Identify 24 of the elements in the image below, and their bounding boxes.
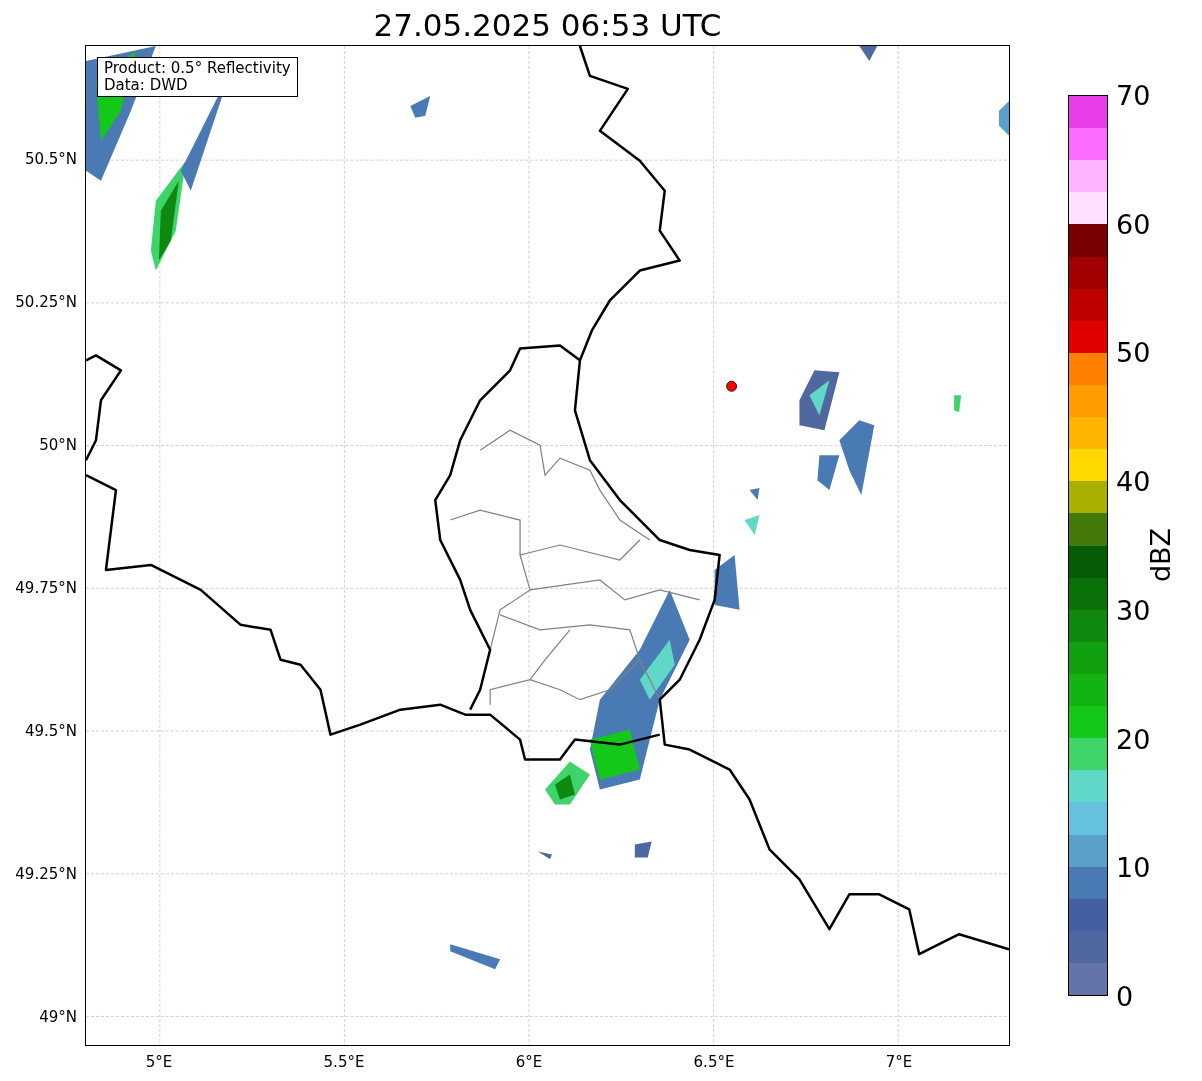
scale-tick-label: 50 [1116, 338, 1151, 366]
scale-tick-label: 10 [1116, 853, 1151, 881]
legend-text: Product: 0.5° Reflectivity [104, 60, 291, 77]
longitude-label: 6°E [515, 1052, 543, 1073]
longitude-label: 7°E [885, 1052, 913, 1073]
latitude-label: 50.5°N [24, 149, 77, 171]
longitude-label: 5.5°E [323, 1052, 365, 1073]
scale-tick-label: 60 [1116, 210, 1151, 238]
latitude-label: 50°N [39, 435, 77, 457]
scale-tick-label: 0 [1116, 982, 1134, 1010]
scale-tick-label: 30 [1116, 596, 1151, 624]
latitude-label: 49.75°N [15, 578, 77, 600]
scale-unit-label: dBZ [1146, 527, 1174, 583]
latitude-label: 49°N [39, 1007, 77, 1029]
chart-title: 27.05.2025 06:53 UTC [372, 6, 723, 45]
scale-tick-label: 40 [1116, 467, 1151, 495]
latitude-label: 50.25°N [15, 292, 77, 314]
scale-tick-label: 70 [1116, 81, 1151, 109]
scale-tick-label: 20 [1116, 725, 1151, 753]
longitude-label: 5°E [145, 1052, 173, 1073]
latitude-label: 49.5°N [24, 721, 77, 743]
legend-text: Data: DWD [104, 77, 189, 94]
latitude-label: 49.25°N [15, 864, 77, 886]
longitude-label: 6.5°E [693, 1052, 735, 1073]
